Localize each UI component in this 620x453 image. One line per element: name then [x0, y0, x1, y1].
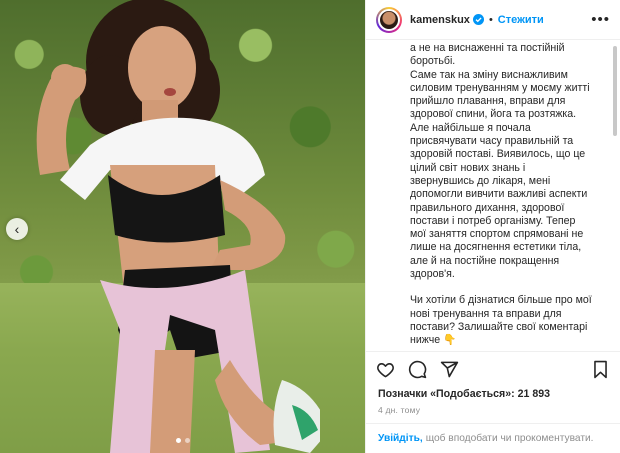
- avatar[interactable]: [376, 6, 402, 33]
- bookmark-icon[interactable]: [591, 360, 610, 379]
- action-bar: [366, 351, 620, 387]
- carousel-prev-button[interactable]: ‹: [6, 218, 28, 240]
- separator-dot: •: [488, 13, 493, 26]
- login-prompt-text: щоб вподобати чи прокоментувати.: [425, 433, 594, 444]
- post-header: kamenskux • Стежити •••: [366, 0, 620, 40]
- carousel-dot: [175, 438, 181, 443]
- follow-button[interactable]: Стежити: [498, 14, 544, 26]
- heart-icon[interactable]: [376, 360, 395, 379]
- verified-icon: [472, 14, 484, 25]
- instagram-post: ‹ kamenskux • Стежити ••• а не на виснаж…: [0, 0, 620, 453]
- caption-scrollbar[interactable]: [613, 46, 617, 136]
- login-prompt: Увійдіть, щоб вподобати чи прокоментуват…: [366, 423, 620, 453]
- share-icon[interactable]: [440, 360, 459, 379]
- login-link[interactable]: Увійдіть,: [378, 433, 423, 444]
- post-photo[interactable]: ‹: [0, 0, 365, 453]
- likes-count[interactable]: Позначки «Подобається»: 21 893: [366, 387, 620, 401]
- caption-paragraph: Чи хотіли б дізнатися більше про мої нов…: [410, 294, 592, 347]
- username-link[interactable]: kamenskux: [410, 14, 470, 26]
- chevron-left-icon: ‹: [14, 221, 20, 237]
- more-options-button[interactable]: •••: [591, 12, 610, 27]
- comment-icon[interactable]: [408, 360, 427, 379]
- caption-paragraph: а не на виснаженні та постійній боротьбі…: [410, 42, 590, 281]
- post-caption[interactable]: а не на виснаженні та постійній боротьбі…: [366, 40, 620, 351]
- post-timestamp[interactable]: 4 дн. тому: [366, 401, 620, 423]
- carousel-dot: [184, 438, 190, 443]
- post-sidebar: kamenskux • Стежити ••• а не на виснажен…: [365, 0, 620, 453]
- carousel-indicator: [0, 438, 365, 443]
- avatar-image: [378, 8, 400, 31]
- woman-figure: [36, 0, 320, 453]
